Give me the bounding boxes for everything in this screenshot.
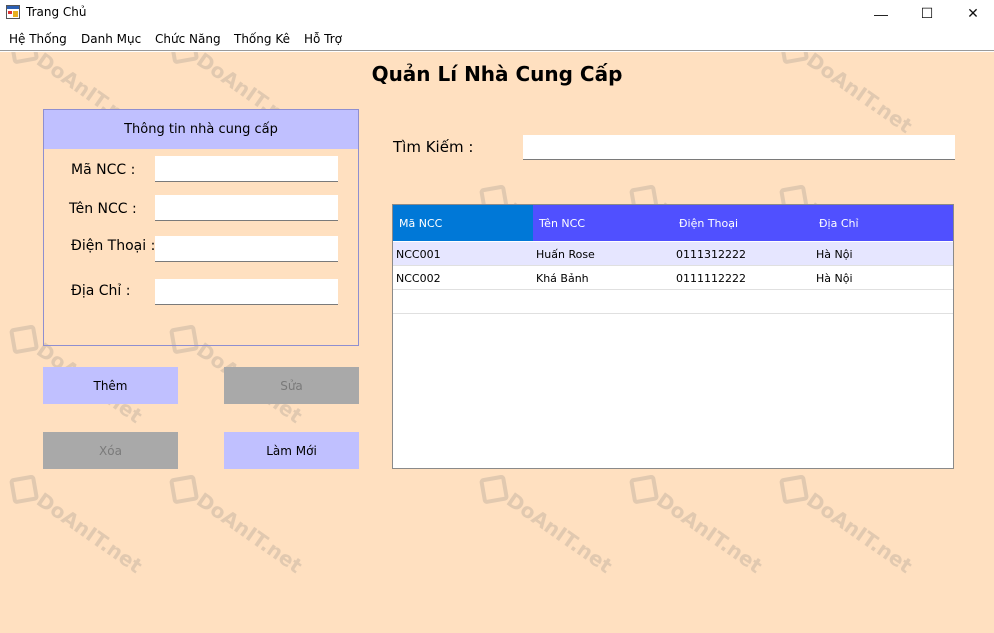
watermark-logo-icon: [169, 473, 200, 505]
table-header: Mã NCC Tên NCC Điện Thoại Địa Chỉ: [393, 205, 953, 241]
column-header-supplier-name[interactable]: Tên NCC: [533, 205, 673, 241]
table-cell: Hà Nội: [816, 247, 853, 261]
supplier-phone-input[interactable]: [155, 236, 338, 262]
menu-ho-tro[interactable]: Hỗ Trợ: [304, 32, 342, 46]
form-client-area: DoAnIT.net DoAnIT.net DoAnIT.net DoAnIT.…: [0, 52, 994, 633]
table-row[interactable]: NCC001 Huấn Rose 0111312222 Hà Nội: [393, 242, 953, 266]
supplier-id-label: Mã NCC :: [71, 162, 136, 178]
table-cell: 0111112222: [676, 271, 746, 285]
title-bar: Trang Chủ — ☐ ✕: [0, 0, 994, 27]
table-cell: NCC001: [396, 247, 441, 261]
table-row[interactable]: NCC002 Khá Bảnh 0111112222 Hà Nội: [393, 266, 953, 290]
edit-button[interactable]: Sửa: [224, 367, 359, 404]
info-panel-header: Thông tin nhà cung cấp: [44, 110, 358, 149]
supplier-info-group: Thông tin nhà cung cấp Mã NCC : Tên NCC …: [43, 109, 359, 346]
menu-chuc-nang[interactable]: Chức Năng: [155, 32, 221, 46]
table-cell: 0111312222: [676, 247, 746, 261]
menu-he-thong[interactable]: Hệ Thống: [9, 32, 67, 46]
column-header-supplier-id[interactable]: Mã NCC: [393, 205, 533, 241]
app-form-icon: [6, 5, 20, 19]
refresh-button[interactable]: Làm Mới: [224, 432, 359, 469]
watermark: DoAnIT.net: [476, 470, 617, 580]
menu-bar: Hệ Thống Danh Mục Chức Năng Thống Kê Hỗ …: [0, 27, 994, 51]
supplier-name-label: Tên NCC :: [69, 201, 137, 217]
supplier-table[interactable]: Mã NCC Tên NCC Điện Thoại Địa Chỉ NCC001…: [392, 204, 954, 469]
table-cell: Khá Bảnh: [536, 271, 589, 285]
watermark-logo-icon: [779, 473, 810, 505]
supplier-address-input[interactable]: [155, 279, 338, 305]
table-new-row[interactable]: [393, 290, 953, 314]
minimize-button[interactable]: —: [858, 0, 904, 27]
maximize-button[interactable]: ☐: [904, 0, 950, 27]
watermark-logo-icon: [9, 473, 40, 505]
search-input[interactable]: [523, 135, 955, 160]
search-label: Tìm Kiếm :: [393, 138, 474, 156]
watermark-logo-icon: [629, 473, 660, 505]
watermark: DoAnIT.net: [776, 470, 917, 580]
watermark: DoAnIT.net: [166, 470, 307, 580]
watermark: DoAnIT.net: [6, 470, 147, 580]
menu-thong-ke[interactable]: Thống Kê: [234, 32, 290, 46]
column-header-phone[interactable]: Điện Thoại: [673, 205, 813, 241]
supplier-name-input[interactable]: [155, 195, 338, 221]
watermark: DoAnIT.net: [626, 470, 767, 580]
page-title: Quản Lí Nhà Cung Cấp: [371, 62, 623, 86]
add-button[interactable]: Thêm: [43, 367, 178, 404]
table-cell: NCC002: [396, 271, 441, 285]
table-cell: Huấn Rose: [536, 247, 595, 261]
supplier-phone-label: Điện Thoại :: [71, 238, 156, 254]
supplier-address-label: Địa Chỉ :: [71, 283, 131, 299]
watermark-logo-icon: [479, 473, 510, 505]
menu-danh-muc[interactable]: Danh Mục: [81, 32, 141, 46]
table-cell: Hà Nội: [816, 271, 853, 285]
close-button[interactable]: ✕: [950, 0, 994, 27]
window-title: Trang Chủ: [26, 5, 87, 19]
supplier-id-input[interactable]: [155, 156, 338, 182]
watermark-logo-icon: [9, 323, 40, 355]
column-header-address[interactable]: Địa Chỉ: [813, 205, 953, 241]
delete-button[interactable]: Xóa: [43, 432, 178, 469]
